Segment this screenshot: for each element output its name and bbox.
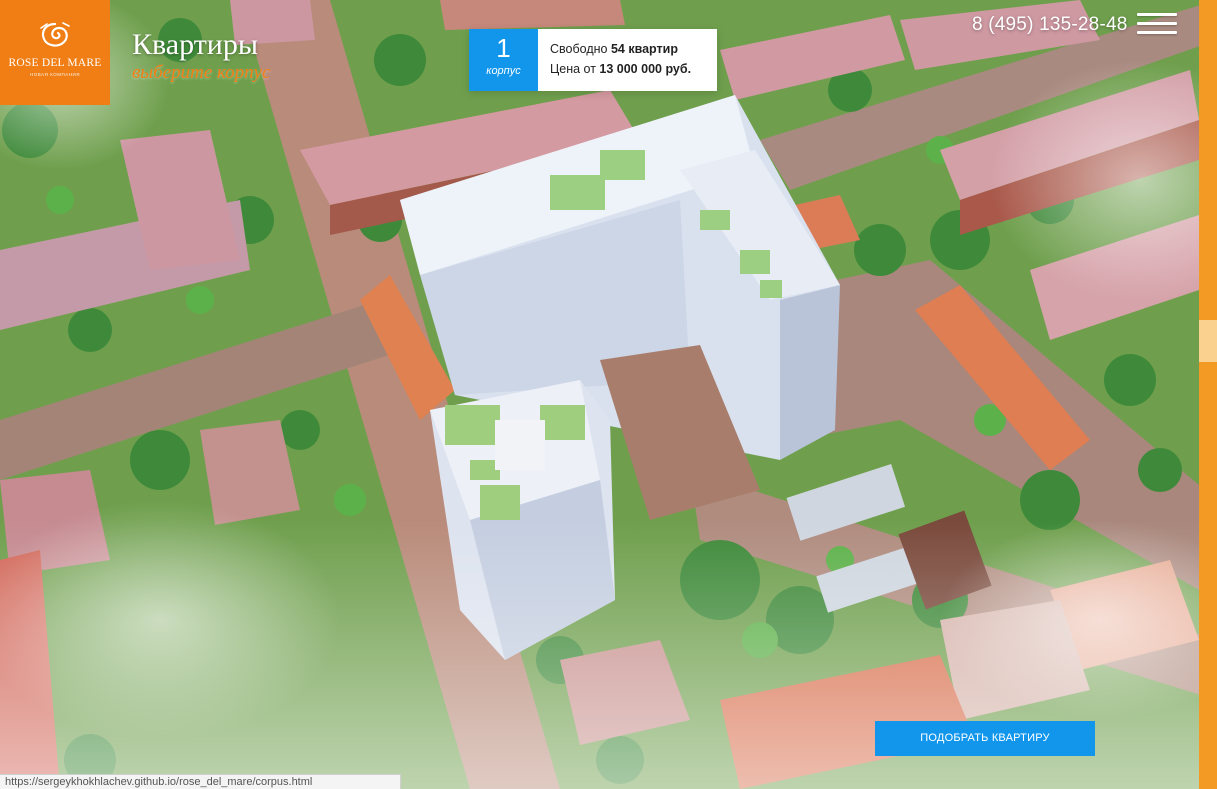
page-subtitle: выберите корпус: [132, 62, 271, 83]
free-count: 54 квартир: [610, 42, 678, 56]
hamburger-icon[interactable]: [1137, 12, 1177, 36]
price-prefix: Цена от: [550, 62, 600, 76]
building-number: 1: [496, 33, 511, 63]
building-label: корпус: [486, 65, 521, 77]
scroll-thumb[interactable]: [1199, 320, 1217, 362]
brand-tagline: НОВАЯ КОМПАНИЯ: [30, 72, 80, 77]
price-line: Цена от 13 000 000 руб.: [550, 59, 691, 79]
aerial-city-render: [0, 0, 1217, 789]
page-title: Квартиры: [132, 28, 259, 61]
phone-number[interactable]: 8 (495) 135-28-48: [972, 14, 1128, 36]
building-stats: Свободно 54 квартир Цена от 13 000 000 р…: [550, 39, 691, 79]
building-number-badge: 1 корпус: [469, 29, 538, 91]
choose-apartment-button[interactable]: ПОДОБРАТЬ КВАРТИРУ: [875, 721, 1095, 756]
free-apartments-line: Свободно 54 квартир: [550, 39, 691, 59]
side-scrollbar[interactable]: [1199, 0, 1217, 789]
price-value: 13 000 000 руб.: [599, 62, 692, 76]
free-prefix: Свободно: [550, 42, 611, 56]
brand-logo[interactable]: ROSE DEL MARE НОВАЯ КОМПАНИЯ: [0, 0, 110, 105]
rose-icon: [40, 22, 70, 47]
brand-name: ROSE DEL MARE: [8, 57, 102, 69]
status-bar-url: https://sergeykhokhlachev.github.io/rose…: [0, 774, 401, 789]
building-info-card[interactable]: 1 корпус Свободно 54 квартир Цена от 13 …: [469, 29, 717, 91]
